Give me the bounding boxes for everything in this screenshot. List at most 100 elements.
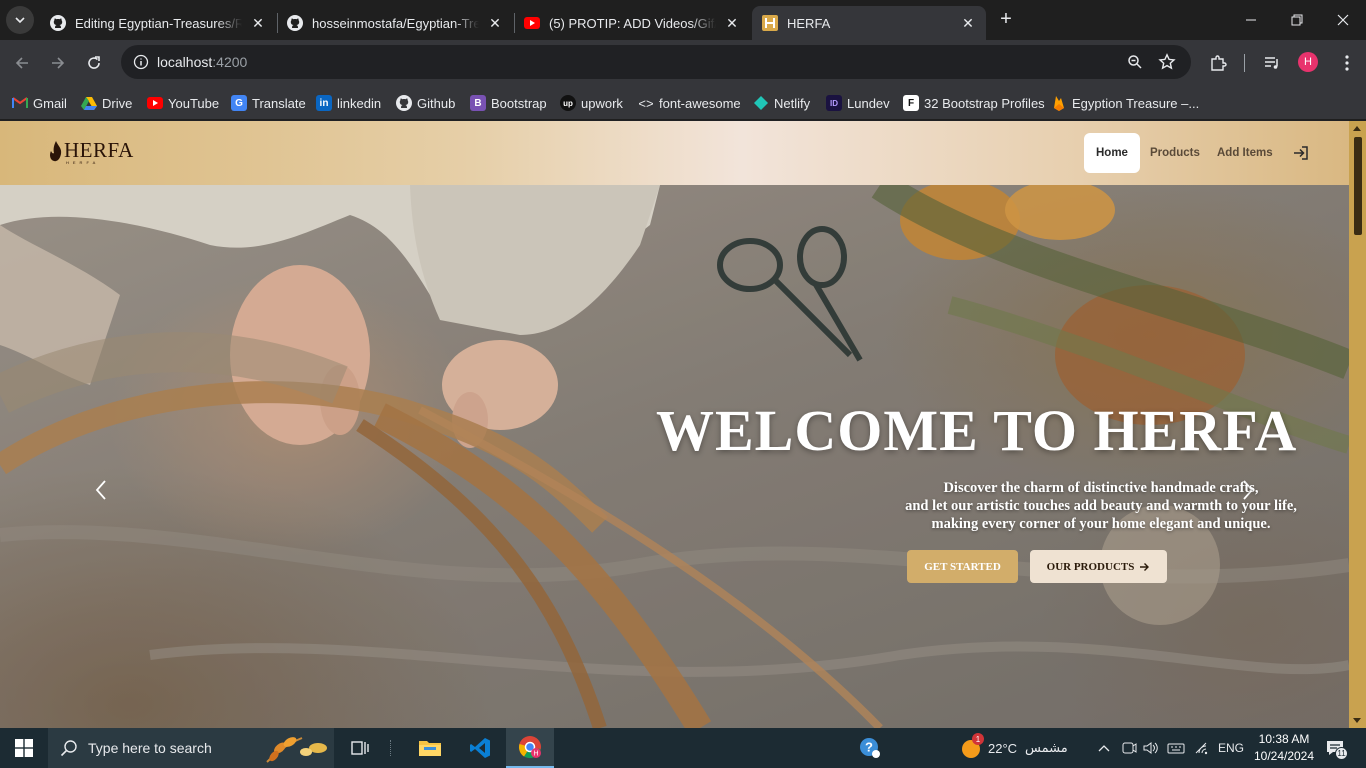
notification-center-button[interactable]: 11 xyxy=(1320,728,1350,768)
herfa-icon xyxy=(762,15,778,31)
bookmark-translate[interactable]: G Translate xyxy=(231,92,306,114)
scrollbar-thumb[interactable] xyxy=(1354,137,1362,235)
herfa-logo[interactable]: HERFA HERFA xyxy=(48,139,134,165)
youtube-icon xyxy=(524,15,540,31)
vscode-button[interactable] xyxy=(456,728,504,768)
bookmark-bootstrap[interactable]: B Bootstrap xyxy=(470,92,547,114)
nav-home[interactable]: Home xyxy=(1084,133,1140,173)
keyboard-pen-icon xyxy=(1167,743,1185,754)
close-tab-icon[interactable]: ✕ xyxy=(960,15,976,31)
close-tab-icon[interactable]: ✕ xyxy=(724,15,740,31)
volume-button[interactable] xyxy=(1140,728,1162,768)
site-info-icon[interactable] xyxy=(129,50,153,74)
carousel-prev-button[interactable] xyxy=(89,475,113,505)
tab-editing-readme[interactable]: Editing Egyptian-Treasures/README ✕ xyxy=(40,6,276,40)
flame-logo-icon xyxy=(50,141,62,162)
bookmark-label: Gmail xyxy=(33,95,67,111)
pen-touch-button[interactable] xyxy=(1164,728,1188,768)
bookmark-bootstrap-profiles[interactable]: F 32 Bootstrap Profiles xyxy=(903,92,1045,114)
bookmark-youtube[interactable]: YouTube xyxy=(147,92,219,114)
bookmark-egyption-treasure[interactable]: Egyption Treasure –... xyxy=(1051,92,1199,114)
bookmark-upwork[interactable]: up upwork xyxy=(560,92,623,114)
our-products-button[interactable]: OUR PRODUCTS xyxy=(1030,550,1167,583)
windows-logo-icon xyxy=(15,739,33,757)
close-window-button[interactable] xyxy=(1320,0,1366,40)
address-bar[interactable]: localhost:4200 xyxy=(121,45,1191,79)
tab-title: Editing Egyptian-Treasures/README xyxy=(75,15,242,31)
tab-search-button[interactable] xyxy=(6,6,34,34)
hero-title: WELCOME TO HERFA xyxy=(656,398,1298,463)
browser-toolbar: localhost:4200 H xyxy=(0,40,1366,86)
back-button[interactable] xyxy=(8,49,36,77)
zoom-icon[interactable] xyxy=(1125,52,1145,72)
forward-button[interactable] xyxy=(44,49,72,77)
profile-avatar[interactable]: H xyxy=(1298,52,1318,72)
weather-widget[interactable]: 1 22°C مشمس xyxy=(958,728,1080,768)
minimize-button[interactable] xyxy=(1228,0,1274,40)
bookmark-label: Translate xyxy=(252,95,306,111)
network-button[interactable] xyxy=(1190,728,1214,768)
meet-now-button[interactable] xyxy=(1118,728,1140,768)
file-explorer-button[interactable] xyxy=(406,728,454,768)
gmail-icon xyxy=(12,95,28,111)
bookmark-star-icon[interactable] xyxy=(1157,52,1177,72)
chrome-icon: H xyxy=(518,736,541,759)
new-tab-button[interactable]: + xyxy=(995,9,1017,31)
toolbar-divider xyxy=(1244,54,1245,72)
media-control-icon[interactable] xyxy=(1261,52,1283,74)
page-scrollbar[interactable] xyxy=(1349,121,1366,728)
youtube-icon xyxy=(147,95,163,111)
clock-time: 10:38 AM xyxy=(1258,732,1310,746)
arrow-left-icon xyxy=(15,57,28,69)
weather-badge: 1 xyxy=(972,733,984,745)
bookmark-label: linkedin xyxy=(337,95,382,111)
scroll-down-arrow[interactable] xyxy=(1353,718,1361,723)
bookmark-netlify[interactable]: Netlify xyxy=(753,92,810,114)
extensions-icon[interactable] xyxy=(1207,52,1229,74)
chrome-button[interactable]: H xyxy=(506,728,554,768)
close-tab-icon[interactable]: ✕ xyxy=(250,15,266,31)
restore-icon xyxy=(1291,14,1303,26)
our-products-label: OUR PRODUCTS xyxy=(1046,560,1135,573)
tray-overflow-button[interactable] xyxy=(1094,728,1114,768)
scroll-up-arrow[interactable] xyxy=(1353,126,1361,131)
help-button[interactable]: ? xyxy=(856,728,884,768)
bookmark-label: 32 Bootstrap Profiles xyxy=(924,95,1045,111)
bookmark-github[interactable]: Github xyxy=(396,92,455,114)
bookmark-drive[interactable]: Drive xyxy=(81,92,132,114)
tab-title: HERFA xyxy=(787,15,831,31)
login-icon[interactable] xyxy=(1292,145,1310,161)
taskbar-clock[interactable]: 10:38 AM 10/24/2024 xyxy=(1252,731,1316,765)
reload-button[interactable] xyxy=(80,49,108,77)
bookmark-font-awesome[interactable]: <> font-awesome xyxy=(638,92,740,114)
nav-add-items[interactable]: Add Items xyxy=(1205,133,1285,173)
kebab-menu-icon[interactable] xyxy=(1336,52,1358,74)
notification-icon: 11 xyxy=(1325,739,1348,760)
tab-herfa[interactable]: HERFA ✕ xyxy=(752,6,986,40)
language-indicator[interactable]: ENG xyxy=(1216,728,1246,768)
url-text: localhost:4200 xyxy=(157,54,247,70)
github-icon xyxy=(287,15,303,31)
tab-protip-youtube[interactable]: (5) PROTIP: ADD Videos/Gif/Images ✕ xyxy=(514,6,750,40)
bookmark-label: Egyption Treasure –... xyxy=(1072,95,1200,111)
bootstrap-profiles-icon: F xyxy=(903,95,919,111)
task-view-button[interactable] xyxy=(336,728,384,768)
weather-temp: 22°C xyxy=(988,740,1018,756)
close-tab-icon[interactable]: ✕ xyxy=(487,15,503,31)
bookmark-lundev[interactable]: ID Lundev xyxy=(826,92,890,114)
firebase-icon xyxy=(1051,95,1067,111)
tab-title: (5) PROTIP: ADD Videos/Gif/Images xyxy=(549,15,716,31)
netlify-icon xyxy=(753,95,769,111)
start-button[interactable] xyxy=(0,728,48,768)
tab-egyptian-treasures-repo[interactable]: hosseinmostafa/Egyptian-Treasures ✕ xyxy=(277,6,513,40)
bookmark-linkedin[interactable]: in linkedin xyxy=(316,92,381,114)
tab-title: hosseinmostafa/Egyptian-Treasures xyxy=(312,15,479,31)
taskbar-search-box[interactable]: Type here to search xyxy=(48,728,334,768)
bookmark-gmail[interactable]: Gmail xyxy=(12,92,67,114)
speaker-icon xyxy=(1143,742,1158,754)
restore-button[interactable] xyxy=(1274,0,1320,40)
nav-products[interactable]: Products xyxy=(1138,133,1212,173)
get-started-button[interactable]: GET STARTED xyxy=(907,550,1018,583)
site-navbar: HERFA HERFA Home Products Add Items xyxy=(0,121,1349,185)
weather-description: مشمس xyxy=(1025,740,1068,755)
